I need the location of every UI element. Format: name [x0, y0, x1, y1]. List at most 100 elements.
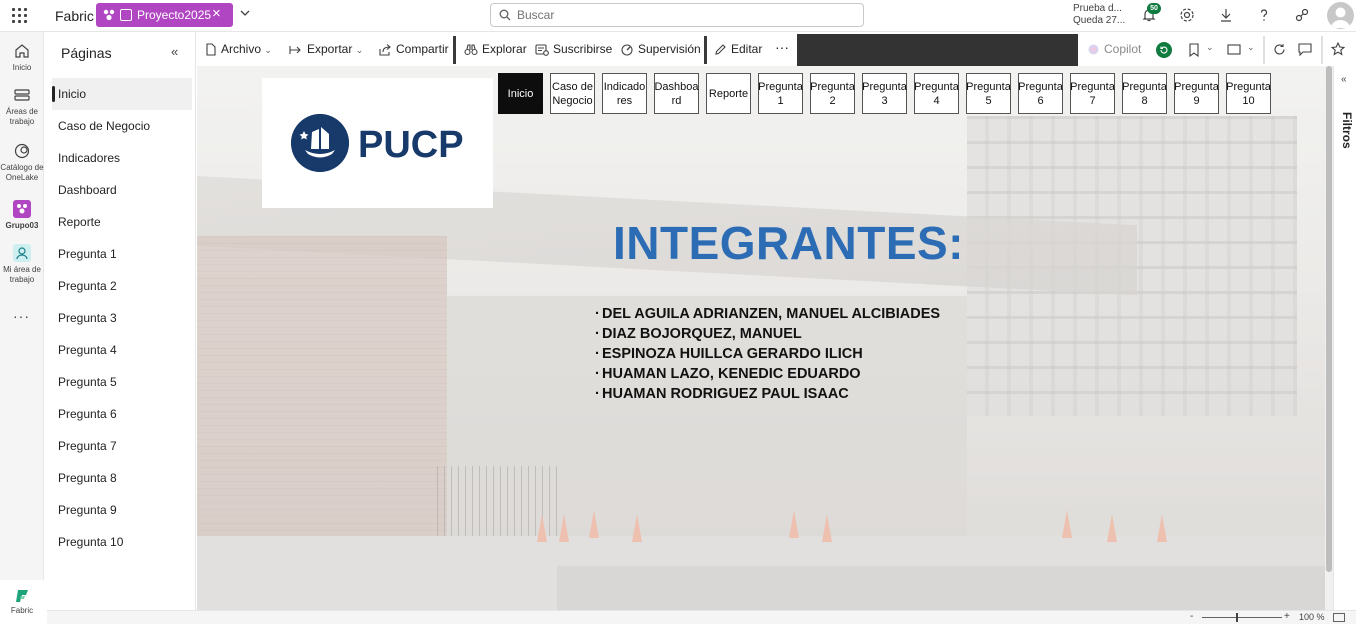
rail-onelake-label-1: Catálogo de: [0, 163, 44, 172]
nav-button-pregunta-7[interactable]: Pregunta 7: [1070, 73, 1115, 114]
help-icon[interactable]: [1256, 7, 1272, 23]
page-item-pregunta-7[interactable]: Pregunta 7: [52, 430, 192, 462]
nav-button-caso-de-negocio[interactable]: Caso de Negocio: [550, 73, 595, 114]
rail-home[interactable]: Inicio: [0, 42, 44, 73]
page-item-pregunta-6[interactable]: Pregunta 6: [52, 398, 192, 430]
page-item-pregunta-9[interactable]: Pregunta 9: [52, 494, 192, 526]
view-icon[interactable]: [1227, 44, 1241, 55]
nav-button-label: Pregunta 9: [1174, 80, 1219, 107]
canvas-scrollbar[interactable]: [1325, 66, 1333, 610]
rail-workspaces-label-2: trabajo: [9, 117, 35, 126]
rail-fabric-label: Fabric: [10, 606, 34, 615]
edit-button[interactable]: Editar: [714, 42, 762, 56]
reload-icon[interactable]: [1273, 43, 1286, 56]
rail-my-ws-label-2: trabajo: [9, 275, 35, 284]
nav-button-label: Caso de Negocio: [552, 80, 593, 107]
export-menu[interactable]: Exportar ⌄: [289, 42, 363, 56]
nav-button-indicadores[interactable]: Indicado res: [602, 73, 647, 114]
rail-workspaces[interactable]: Áreas de trabajo: [0, 86, 44, 127]
zoom-slider-thumb[interactable]: [1236, 613, 1238, 622]
copilot-icon: [1088, 44, 1099, 55]
page-item-pregunta-4[interactable]: Pregunta 4: [52, 334, 192, 366]
nav-button-pregunta-6[interactable]: Pregunta 6: [1018, 73, 1063, 114]
favorite-star-icon[interactable]: [1331, 42, 1345, 56]
nav-button-label: Pregunta 8: [1122, 80, 1167, 107]
nav-rail: Inicio Áreas de trabajo Catálogo de OneL…: [0, 32, 44, 624]
bookmark-icon[interactable]: [1188, 43, 1200, 57]
nav-button-dashboard[interactable]: Dashboa rd: [654, 73, 699, 114]
comment-icon[interactable]: [1298, 43, 1312, 56]
share-label: Compartir: [396, 42, 449, 56]
chevron-down-icon[interactable]: ⌄: [1206, 42, 1214, 53]
rail-my-workspace[interactable]: Mi área de trabajo: [0, 244, 44, 285]
zoom-slider[interactable]: [1202, 617, 1282, 618]
page-item-pregunta-1[interactable]: Pregunta 1: [52, 238, 192, 270]
subscribe-label: Suscribirse: [553, 42, 613, 56]
rail-group[interactable]: Grupo03: [0, 200, 44, 231]
pencil-icon: [715, 44, 726, 55]
avatar[interactable]: [1327, 2, 1354, 29]
page-item-dashboard[interactable]: Dashboard: [52, 174, 192, 206]
filters-pane[interactable]: « Filtros: [1333, 66, 1356, 610]
page-item-pregunta-10[interactable]: Pregunta 10: [52, 526, 192, 558]
toolbar-dark-area: [797, 34, 1078, 66]
nav-button-label: Reporte: [708, 87, 749, 100]
page-item-inicio[interactable]: Inicio: [52, 78, 192, 110]
toolbar-divider: [704, 36, 707, 64]
zoom-level: 100 %: [1299, 612, 1325, 622]
nav-button-pregunta-10[interactable]: Pregunta 10: [1226, 73, 1271, 114]
share-feedback-icon[interactable]: [1294, 7, 1310, 23]
page-item-indicadores[interactable]: Indicadores: [52, 142, 192, 174]
nav-button-pregunta-2[interactable]: Pregunta 2: [810, 73, 855, 114]
nav-button-pregunta-5[interactable]: Pregunta 5: [966, 73, 1011, 114]
page-item-caso-de-negocio[interactable]: Caso de Negocio: [52, 110, 192, 142]
home-icon: [15, 44, 29, 58]
fit-to-page-icon[interactable]: [1333, 613, 1345, 622]
nav-button-inicio[interactable]: Inicio: [498, 73, 543, 114]
zoom-in-button[interactable]: +: [1284, 611, 1290, 622]
trial-status[interactable]: Prueba d... Queda 27...: [1073, 3, 1125, 27]
copilot-button[interactable]: Copilot: [1087, 42, 1141, 56]
nav-button-pregunta-9[interactable]: Pregunta 9: [1174, 73, 1219, 114]
monitor-button[interactable]: Supervisión: [621, 42, 701, 56]
nav-button-pregunta-1[interactable]: Pregunta 1: [758, 73, 803, 114]
page-item-pregunta-5[interactable]: Pregunta 5: [52, 366, 192, 398]
subscribe-button[interactable]: Suscribirse: [535, 42, 612, 56]
nav-button-pregunta-4[interactable]: Pregunta 4: [914, 73, 959, 114]
rail-group-label: Grupo03: [5, 221, 39, 230]
refresh-badge-icon[interactable]: [1156, 42, 1172, 58]
zoom-out-button[interactable]: -: [1190, 611, 1193, 622]
nav-button-pregunta-8[interactable]: Pregunta 8: [1122, 73, 1167, 114]
filters-label: Filtros: [1340, 112, 1354, 149]
page-item-pregunta-3[interactable]: Pregunta 3: [52, 302, 192, 334]
page-item-pregunta-2[interactable]: Pregunta 2: [52, 270, 192, 302]
download-icon[interactable]: [1218, 7, 1234, 23]
search-icon: [499, 9, 511, 21]
close-icon[interactable]: ×: [212, 5, 221, 22]
page-item-pregunta-8[interactable]: Pregunta 8: [52, 462, 192, 494]
explore-button[interactable]: Explorar: [464, 42, 527, 56]
search-input[interactable]: [517, 6, 847, 24]
pucp-wordmark: PUCP: [358, 124, 464, 166]
search-box[interactable]: [490, 3, 864, 27]
expand-filters-icon[interactable]: «: [1341, 74, 1347, 85]
app-name[interactable]: Fabric: [55, 8, 94, 24]
file-menu[interactable]: Archivo ⌄: [205, 42, 272, 56]
collapse-pane-icon[interactable]: «: [171, 44, 178, 59]
workspace-tab[interactable]: Proyecto2025 ×: [96, 3, 233, 27]
nav-button-label: Pregunta 6: [1018, 80, 1063, 107]
app-launcher-icon[interactable]: [12, 8, 28, 24]
nav-button-reporte[interactable]: Reporte: [706, 73, 751, 114]
more-options-icon[interactable]: ···: [775, 39, 789, 55]
nav-button-pregunta-3[interactable]: Pregunta 3: [862, 73, 907, 114]
share-button[interactable]: Compartir: [378, 42, 449, 56]
chevron-down-icon[interactable]: ⌄: [1247, 42, 1255, 53]
more-icon[interactable]: ···: [13, 308, 30, 324]
rail-fabric[interactable]: Fabric: [0, 580, 44, 624]
gear-icon[interactable]: [1179, 7, 1195, 23]
toolbar-divider: [453, 36, 456, 64]
scrollbar-thumb[interactable]: [1326, 66, 1332, 572]
page-item-reporte[interactable]: Reporte: [52, 206, 192, 238]
rail-onelake[interactable]: Catálogo de OneLake: [0, 142, 44, 183]
chevron-down-icon[interactable]: [240, 8, 250, 18]
